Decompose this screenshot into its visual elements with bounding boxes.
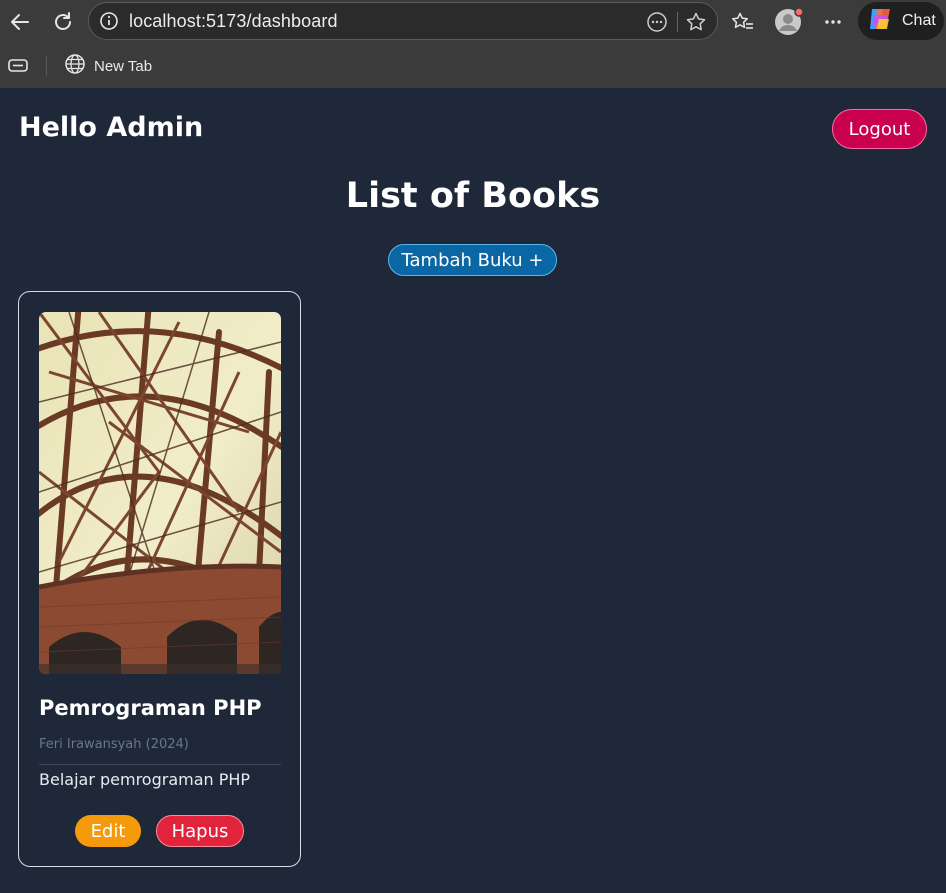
globe-icon [64, 53, 86, 79]
page-title: List of Books [345, 176, 601, 216]
bookmark-new-tab[interactable]: New Tab [56, 50, 160, 82]
edit-button[interactable]: Edit [75, 815, 141, 847]
browser-toolbar: localhost:5173/dashboard Chat [0, 0, 946, 44]
logout-button[interactable]: Logout [832, 109, 927, 149]
copilot-chat-button[interactable]: Chat [858, 2, 944, 40]
bookmark-label: New Tab [94, 57, 153, 75]
book-author-year: Feri Irawansyah (2024) [39, 737, 189, 752]
settings-more-icon[interactable] [818, 7, 848, 37]
add-book-button[interactable]: Tambah Buku + [388, 244, 557, 276]
greeting-heading: Hello Admin [19, 112, 204, 143]
more-options-icon[interactable] [646, 11, 668, 37]
address-bar[interactable]: localhost:5173/dashboard [88, 2, 718, 40]
tab-actions-icon[interactable] [7, 56, 29, 80]
book-card: Pemrograman PHP Feri Irawansyah (2024) B… [18, 291, 301, 867]
dashboard-page: Hello Admin Logout List of Books Tambah … [0, 88, 946, 893]
copilot-icon [866, 5, 894, 37]
reload-icon[interactable] [48, 7, 78, 37]
book-description: Belajar pemrograman PHP [39, 770, 251, 789]
divider [39, 764, 281, 765]
chat-label: Chat [902, 12, 936, 29]
bookmarks-bar: New Tab [0, 44, 946, 88]
site-info-icon[interactable] [99, 11, 119, 31]
back-icon[interactable] [5, 7, 35, 37]
book-cover-image [39, 312, 281, 674]
favorite-star-icon[interactable] [685, 11, 707, 37]
url-text[interactable]: localhost:5173/dashboard [129, 11, 338, 32]
favorites-icon[interactable] [728, 7, 758, 37]
book-title: Pemrograman PHP [39, 696, 262, 720]
delete-button[interactable]: Hapus [156, 815, 244, 847]
divider [677, 12, 678, 32]
profile-avatar[interactable] [774, 7, 804, 37]
divider [46, 56, 47, 76]
